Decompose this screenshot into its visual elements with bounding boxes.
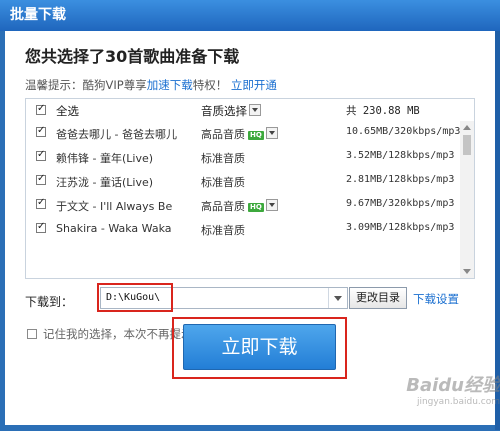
watermark-url: jingyan.baidu.com [416,397,500,407]
chevron-down-icon[interactable] [328,288,347,308]
watermark: Baidu经验 jingyan.baidu.com [350,371,500,431]
download-to-label: 下载到： [25,295,74,309]
remember-choice-label: 记住我的选择，本次不再提示 [43,327,193,341]
song-quality-label: 标准音质 [201,224,245,237]
song-checkbox[interactable] [36,125,46,137]
song-name: 赖伟锋 - 童年(Live) [56,152,154,165]
hq-badge-icon: HQ [248,203,264,212]
vip-tip: 温馨提示：酷狗VIP尊享加速下载特权！ 立即开通 [25,77,277,93]
song-quality-label: 高品音质 [201,128,245,141]
dialog-heading: 您共选择了30首歌曲准备下载 [25,47,240,66]
total-size: 共 230.88 MB [346,105,420,117]
accelerate-download-link[interactable]: 加速下载 [147,78,193,92]
song-size: 9.67MB/320kbps/mp3 [346,198,455,209]
table-row[interactable]: 爸爸去哪儿 - 爸爸去哪儿 高品音质HQ 10.65MB/320kbps/mp3 [26,121,474,144]
song-quality-label: 标准音质 [201,152,245,165]
remember-choice-checkbox[interactable] [27,329,37,339]
download-path-value: D:\KuGou\ [106,292,161,303]
scroll-thumb[interactable] [463,135,471,155]
song-checkbox[interactable] [36,221,46,233]
song-checkbox[interactable] [36,149,46,161]
select-all-checkbox[interactable] [36,103,46,115]
download-now-button[interactable]: 立即下载 [183,324,336,370]
open-vip-link[interactable]: 立即开通 [231,78,277,92]
hq-badge-icon: HQ [248,131,264,140]
song-size: 2.81MB/128kbps/mp3 [346,174,455,185]
quality-select-header[interactable]: 音质选择 [201,103,261,119]
song-quality[interactable]: 标准音质 [201,174,245,190]
tip-text: 温馨提示：酷狗VIP尊享 [25,78,147,92]
song-size: 10.65MB/320kbps/mp3 [346,126,461,137]
window-title: 批量下载 [0,0,500,31]
song-quality[interactable]: 高品音质 HQ [201,198,278,214]
table-row[interactable]: 于文文 - I'll Always Be 高品音质HQ 9.67MB/320kbps… [26,193,474,216]
list-header: 全选 音质选择 共 230.88 MB [26,99,474,121]
download-settings-link[interactable]: 下载设置 [413,291,459,307]
table-row[interactable]: 汪苏泷 - 童话(Live) 标准音质 2.81MB/128kbps/mp3 [26,169,474,192]
select-all-label: 全选 [56,104,79,118]
song-checkbox[interactable] [36,197,46,209]
song-quality[interactable]: 标准音质 [201,222,245,238]
song-quality[interactable]: 高品音质 HQ [201,126,278,142]
song-quality-label: 高品音质 [201,200,245,213]
song-name: 于文文 - I'll Always Be [56,200,173,213]
song-quality[interactable]: 标准音质 [201,150,245,166]
table-row[interactable]: Shakira - Waka Waka 标准音质 3.09MB/128kbps/mp… [26,217,474,240]
song-size: 3.09MB/128kbps/mp3 [346,222,455,233]
chevron-down-icon[interactable] [265,127,278,139]
table-row[interactable]: 赖伟锋 - 童年(Live) 标准音质 3.52MB/128kbps/mp3 [26,145,474,168]
list-scrollbar[interactable] [460,121,474,278]
download-path-field[interactable]: D:\KuGou\ [100,287,348,309]
chevron-down-icon[interactable] [249,104,261,116]
song-name: Shakira - Waka Waka [56,222,172,235]
scroll-up-icon[interactable] [463,125,471,130]
chevron-down-icon[interactable] [265,199,278,211]
batch-download-dialog: 您共选择了30首歌曲准备下载 温馨提示：酷狗VIP尊享加速下载特权！ 立即开通 … [5,31,500,425]
scroll-down-icon[interactable] [463,269,471,274]
song-size: 3.52MB/128kbps/mp3 [346,150,455,161]
song-quality-label: 标准音质 [201,176,245,189]
song-list: 全选 音质选择 共 230.88 MB 爸爸去哪儿 - 爸爸去哪儿高品音质HQ1… [25,98,475,279]
change-directory-button[interactable]: 更改目录 [349,287,407,309]
tip-suffix: 特权！ [192,78,228,92]
song-name: 爸爸去哪儿 - 爸爸去哪儿 [56,128,177,141]
watermark-logo: Baidu经验 [406,375,500,396]
song-name: 汪苏泷 - 童话(Live) [56,176,154,189]
song-checkbox[interactable] [36,173,46,185]
quality-header-label: 音质选择 [201,104,247,118]
